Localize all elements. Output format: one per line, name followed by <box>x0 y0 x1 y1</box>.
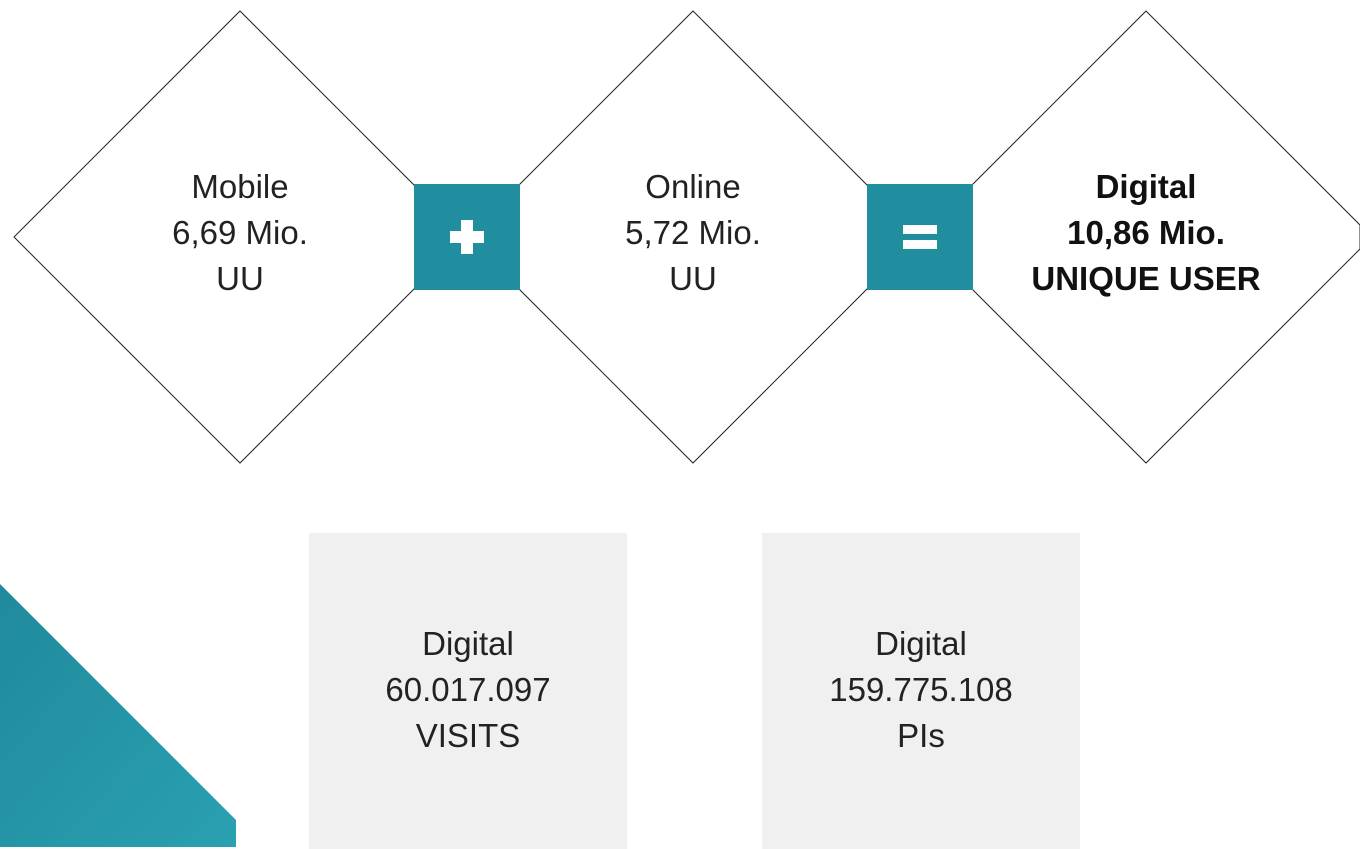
diamond-online-label: Online <box>645 168 741 205</box>
plus-operator-box <box>414 184 520 290</box>
decorative-triangle <box>0 584 236 847</box>
stat-pis-text: Digital 159.775.108 PIs <box>762 621 1080 759</box>
stat-box-pis: Digital 159.775.108 PIs <box>762 533 1080 849</box>
diamond-mobile-text: Mobile 6,69 Mio. UU <box>120 164 360 302</box>
diamond-digital-text: Digital 10,86 Mio. UNIQUE USER <box>986 164 1306 302</box>
stat-visits-value: 60.017.097 <box>385 671 551 708</box>
diamond-digital-label: Digital <box>1095 168 1197 205</box>
diamond-digital-value: 10,86 Mio. <box>1067 214 1225 251</box>
diamond-online-value: 5,72 Mio. <box>625 214 761 251</box>
equals-icon <box>903 225 937 249</box>
diamond-online-text: Online 5,72 Mio. UU <box>573 164 813 302</box>
diamond-digital-unit: UNIQUE USER <box>1031 260 1261 297</box>
stat-visits-label: Digital <box>422 625 514 662</box>
stat-pis-value: 159.775.108 <box>829 671 1013 708</box>
stat-pis-label: Digital <box>875 625 967 662</box>
equals-operator-box <box>867 184 973 290</box>
diagram-shapes <box>0 10 1360 847</box>
diamond-mobile-value: 6,69 Mio. <box>172 214 308 251</box>
stat-box-visits: Digital 60.017.097 VISITS <box>309 533 627 849</box>
diamond-mobile-unit: UU <box>216 260 264 297</box>
stat-visits-text: Digital 60.017.097 VISITS <box>309 621 627 759</box>
diamond-online-unit: UU <box>669 260 717 297</box>
stat-visits-unit: VISITS <box>415 717 521 754</box>
diamond-mobile-label: Mobile <box>191 168 289 205</box>
plus-icon <box>450 220 484 254</box>
stat-pis-unit: PIs <box>897 717 945 754</box>
